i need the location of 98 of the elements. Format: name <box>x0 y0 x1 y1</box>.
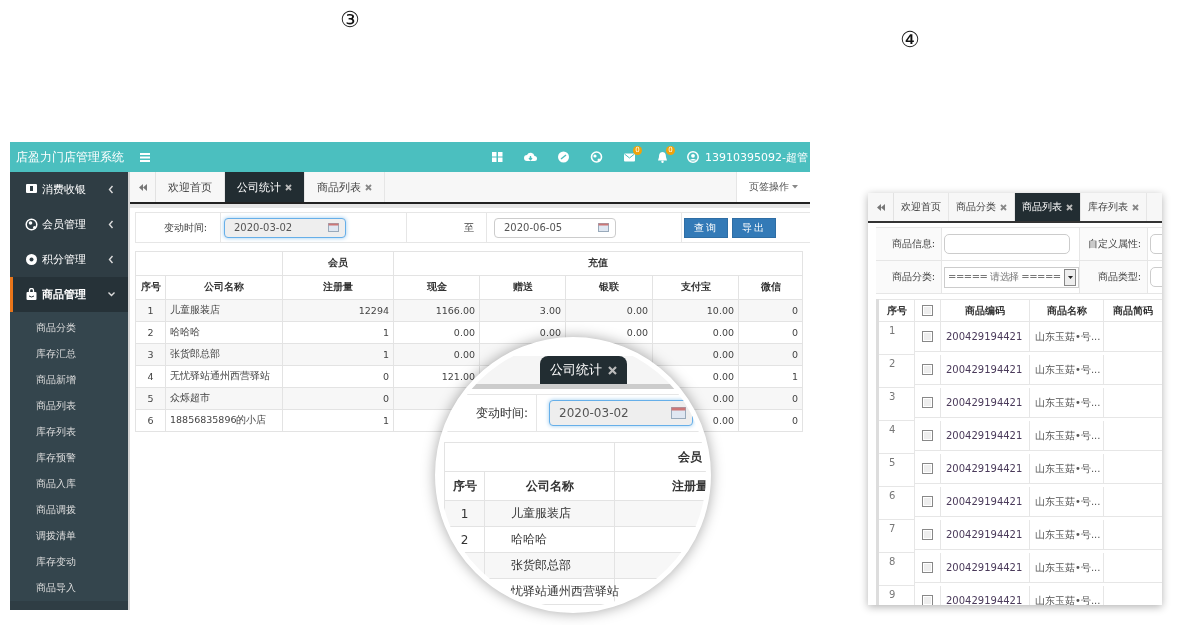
table-cell: 山东玉菇•号... <box>1035 593 1101 605</box>
column-group-header: 充值 <box>393 251 803 276</box>
table-cell: 200429194421 <box>946 595 1023 605</box>
table-cell: 山东玉菇•号... <box>1035 428 1101 443</box>
table-cell: 0 <box>738 321 803 344</box>
submenu-item[interactable]: 库存变动 <box>10 549 128 575</box>
column-header: 公司名称 <box>484 471 615 501</box>
tab[interactable]: 公司统计 <box>540 356 627 384</box>
table-cell: 山东玉菇•号... <box>1035 395 1101 410</box>
column-header: 银联 <box>565 275 653 300</box>
row-number: 6 <box>889 490 896 501</box>
field-label: 至 <box>464 220 474 235</box>
column-group-header: 会员 <box>614 442 706 472</box>
row-number: 7 <box>889 523 896 534</box>
date-field[interactable]: 2020-03-02 <box>549 400 693 426</box>
submenu-item[interactable]: 商品入库 <box>10 471 128 497</box>
column-group-header: 会员 <box>282 251 394 276</box>
table-cell: 0 <box>738 409 803 432</box>
table-cell: 山东玉菇•号... <box>1035 527 1101 542</box>
category-dropdown[interactable]: ===== 请选择 ===== <box>944 266 1079 288</box>
row-number: 8 <box>889 556 896 567</box>
submenu-item[interactable]: 商品分类 <box>10 315 128 341</box>
column-header: 商品编码 <box>941 299 1030 322</box>
row-number: 9 <box>889 589 896 600</box>
submenu-item[interactable]: 调拨清单 <box>10 523 128 549</box>
table-cell: 山东玉菇•号... <box>1035 494 1101 509</box>
table-cell: 200429194421 <box>946 331 1023 342</box>
column-header: 支付宝 <box>652 275 739 300</box>
app-title: 店盈力门店管理系统 <box>15 148 125 166</box>
panel-number: ③ <box>340 8 360 32</box>
table-cell: 1 <box>135 299 166 322</box>
table-cell: 200429194421 <box>946 430 1023 441</box>
column-header: 商品简码 <box>1104 299 1162 322</box>
column-header: 序号 <box>879 299 915 322</box>
action-button[interactable]: 导出 <box>732 217 776 238</box>
table-cell: 山东玉菇•号... <box>1035 560 1101 575</box>
table-cell: 1 <box>282 321 394 344</box>
tab[interactable]: 公司统计 <box>225 172 305 202</box>
table-cell: 张货郎总部 <box>484 552 615 579</box>
table-cell: 4 <box>135 365 166 388</box>
sidebar-item[interactable]: 商品管理 <box>10 277 128 312</box>
row-number: 4 <box>889 424 896 435</box>
table-cell: 2 <box>135 321 166 344</box>
sidebar-item[interactable]: 消费收银 <box>10 172 128 207</box>
table-cell: 200429194421 <box>946 463 1023 474</box>
row-number: 5 <box>889 457 896 468</box>
submenu-item[interactable]: 商品调拨 <box>10 497 128 523</box>
table-cell: 1 <box>738 365 803 388</box>
table-cell: 200429194421 <box>946 364 1023 375</box>
table-cell: 哈哈哈 <box>165 321 283 344</box>
tab[interactable]: 商品列表 <box>1015 193 1081 221</box>
table-cell: 1 <box>444 500 485 527</box>
table-cell: 山东玉菇•号... <box>1035 362 1101 377</box>
table-cell: 200429194421 <box>946 496 1023 507</box>
submenu-item[interactable]: 商品新增 <box>10 367 128 393</box>
column-header: 现金 <box>393 275 480 300</box>
submenu-item[interactable]: 库存预警 <box>10 445 128 471</box>
table-cell: 哈哈哈 <box>484 526 615 553</box>
row-number: 3 <box>889 391 896 402</box>
column-header: 公司名称 <box>165 275 283 300</box>
action-button[interactable]: 查询 <box>684 217 728 238</box>
table-cell: 200429194421 <box>946 529 1023 540</box>
column-header: 序号 <box>444 471 485 501</box>
sidebar-item[interactable]: 积分管理 <box>10 242 128 277</box>
panel-number: ④ <box>900 28 920 52</box>
field-label: 自定义属性: <box>1087 237 1141 251</box>
table-cell: 山东玉菇•号... <box>1035 329 1101 344</box>
submenu-item[interactable]: 商品导入 <box>10 575 128 601</box>
table-cell: 6 <box>135 409 166 432</box>
sidebar-item[interactable]: 会员管理 <box>10 207 128 242</box>
submenu-item[interactable]: 库存列表 <box>10 419 128 445</box>
table-cell: 山东玉菇•号... <box>1035 461 1101 476</box>
table-cell: 200429194421 <box>946 562 1023 573</box>
date-field[interactable]: 2020-06-05 <box>494 217 616 238</box>
row-number: 1 <box>889 325 896 336</box>
column-header: 赠送 <box>479 275 566 300</box>
tab-menu-button[interactable]: 页签操作 <box>736 172 810 202</box>
column-header: 微信 <box>738 275 803 300</box>
submenu-item[interactable]: 库存汇总 <box>10 341 128 367</box>
table-cell: 3 <box>135 343 166 366</box>
table-cell: 无忧驿站通州西营驿站 <box>165 365 283 388</box>
column-header: 商品名称 <box>1030 299 1104 322</box>
row-number: 2 <box>889 358 896 369</box>
field-label: 变动时间: <box>475 404 528 422</box>
date-field[interactable]: 2020-03-02 <box>224 217 346 238</box>
field-label: 商品类型: <box>1097 270 1141 284</box>
table-cell: 18856835896的小店 <box>165 409 283 432</box>
column-header: 序号 <box>135 275 166 300</box>
table-cell: 1 <box>282 409 394 432</box>
table-cell: 0 <box>282 365 394 388</box>
field-label: 商品信息: <box>891 237 935 251</box>
table-cell: 儿童服装店 <box>484 500 615 527</box>
table-cell: 200429194421 <box>946 397 1023 408</box>
submenu-item[interactable]: 商品列表 <box>10 393 128 419</box>
column-header: 注册量 <box>282 275 394 300</box>
field-label: 商品分类: <box>891 270 935 284</box>
field-label: 变动时间: <box>163 220 207 235</box>
table-cell: 5 <box>135 387 166 410</box>
